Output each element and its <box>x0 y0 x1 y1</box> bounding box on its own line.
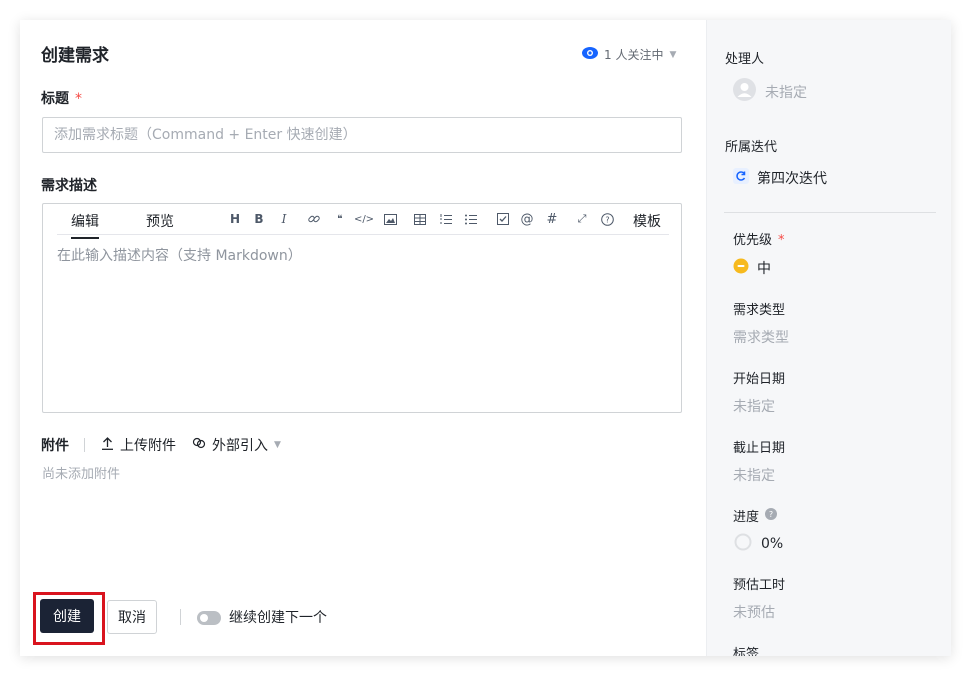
avatar-placeholder-icon <box>733 78 756 105</box>
estimate-value[interactable]: 未预估 <box>733 602 775 622</box>
caret-down-icon: ▼ <box>274 440 281 450</box>
due-date-value[interactable]: 未指定 <box>733 465 775 485</box>
bullet-list-icon[interactable] <box>464 212 478 226</box>
description-label: 需求描述 <box>41 178 97 194</box>
mention-icon[interactable]: @ <box>520 212 534 227</box>
progress-label-row: 进度 ? <box>733 506 778 525</box>
tab-preview[interactable]: 预览 <box>146 211 174 231</box>
ordered-list-icon[interactable] <box>439 212 453 226</box>
attachments-row: 附件 上传附件 外部引入 ▼ <box>41 435 297 455</box>
priority-label: 优先级 <box>733 233 773 248</box>
watch-toggle[interactable]: 1 人关注中 ▼ <box>582 46 676 63</box>
eye-icon <box>582 47 598 62</box>
sidebar: 处理人 未指定 所属迭代 第四次迭代 优先级 * 中 需求类型 需求类型 开始日期 <box>706 20 951 656</box>
upload-label: 上传附件 <box>120 438 176 454</box>
attachments-empty-text: 尚未添加附件 <box>42 467 121 482</box>
cancel-button[interactable]: 取消 <box>107 600 157 634</box>
main-panel: 创建需求 1 人关注中 ▼ 标题 * 需求描述 编辑 预览 H B I ❝ <box>20 20 706 656</box>
type-label: 需求类型 <box>733 303 786 318</box>
external-import-button[interactable]: 外部引入 ▼ <box>192 435 281 455</box>
title-input[interactable] <box>42 117 682 153</box>
italic-icon[interactable]: I <box>277 212 291 226</box>
tab-edit[interactable]: 编辑 <box>71 211 99 239</box>
tags-label: 标签 <box>733 647 760 656</box>
hashtag-icon[interactable]: # <box>545 212 559 227</box>
editor-placeholder[interactable]: 在此输入描述内容（支持 Markdown） <box>57 245 302 265</box>
progress-label: 进度 <box>733 510 760 525</box>
priority-medium-icon <box>733 258 749 278</box>
upload-icon <box>101 436 114 454</box>
start-date-value[interactable]: 未指定 <box>733 396 775 416</box>
required-mark: * <box>778 233 785 248</box>
priority-field[interactable]: 中 <box>733 258 771 278</box>
checkbox-icon[interactable] <box>496 212 510 226</box>
bold-icon[interactable]: B <box>252 212 266 226</box>
iteration-label: 所属迭代 <box>725 140 778 155</box>
heading-icon[interactable]: H <box>228 212 242 226</box>
link-chain-icon <box>192 436 206 454</box>
dialog-title: 创建需求 <box>41 46 109 66</box>
watch-text: 1 人关注中 <box>604 48 664 62</box>
svg-text:?: ? <box>769 510 773 519</box>
iteration-icon <box>733 168 749 188</box>
attachments-label: 附件 <box>41 438 69 454</box>
create-button[interactable]: 创建 <box>40 599 94 633</box>
editor-toolbar: 编辑 预览 H B I ❝ </> @ # ⤢ ? 模板 <box>57 204 669 239</box>
create-requirement-dialog: 创建需求 1 人关注中 ▼ 标题 * 需求描述 编辑 预览 H B I ❝ <box>20 20 951 656</box>
assignee-label: 处理人 <box>725 52 765 67</box>
table-icon[interactable] <box>413 212 427 226</box>
title-label: 标题 <box>41 91 69 107</box>
code-icon[interactable]: </> <box>354 212 374 226</box>
help-icon[interactable]: ? <box>600 212 614 226</box>
due-date-label: 截止日期 <box>733 441 786 456</box>
link-icon[interactable] <box>307 212 321 226</box>
iteration-field[interactable]: 第四次迭代 <box>733 168 827 188</box>
progress-value: 0% <box>761 536 784 552</box>
priority-label-row: 优先级 * <box>733 229 785 248</box>
divider <box>84 438 85 452</box>
help-icon[interactable]: ? <box>765 507 778 524</box>
type-value[interactable]: 需求类型 <box>733 327 789 347</box>
quote-icon[interactable]: ❝ <box>333 212 347 226</box>
estimate-label: 预估工时 <box>733 578 786 593</box>
markdown-editor: 编辑 预览 H B I ❝ </> @ # ⤢ ? 模板 在此输入描述内容（支持… <box>42 203 682 413</box>
svg-text:?: ? <box>605 215 609 224</box>
progress-field[interactable]: 0% <box>734 533 783 555</box>
upload-attachment-button[interactable]: 上传附件 <box>101 435 176 455</box>
progress-ring-icon <box>734 533 752 555</box>
assignee-value: 未指定 <box>765 84 807 101</box>
image-icon[interactable] <box>383 212 397 226</box>
caret-down-icon: ▼ <box>669 49 677 60</box>
assignee-field[interactable]: 未指定 <box>733 78 807 105</box>
template-button[interactable]: 模板 <box>633 211 661 231</box>
footer-divider <box>180 609 181 625</box>
expand-icon[interactable]: ⤢ <box>575 212 589 226</box>
priority-value: 中 <box>757 261 771 277</box>
required-mark: * <box>75 91 82 107</box>
title-label-row: 标题 * <box>41 88 82 108</box>
iteration-value: 第四次迭代 <box>757 171 827 187</box>
start-date-label: 开始日期 <box>733 372 786 387</box>
external-label: 外部引入 <box>212 438 268 454</box>
continue-create-label: 继续创建下一个 <box>229 610 327 626</box>
sidebar-divider <box>724 212 936 213</box>
continue-create-toggle[interactable] <box>197 611 221 625</box>
